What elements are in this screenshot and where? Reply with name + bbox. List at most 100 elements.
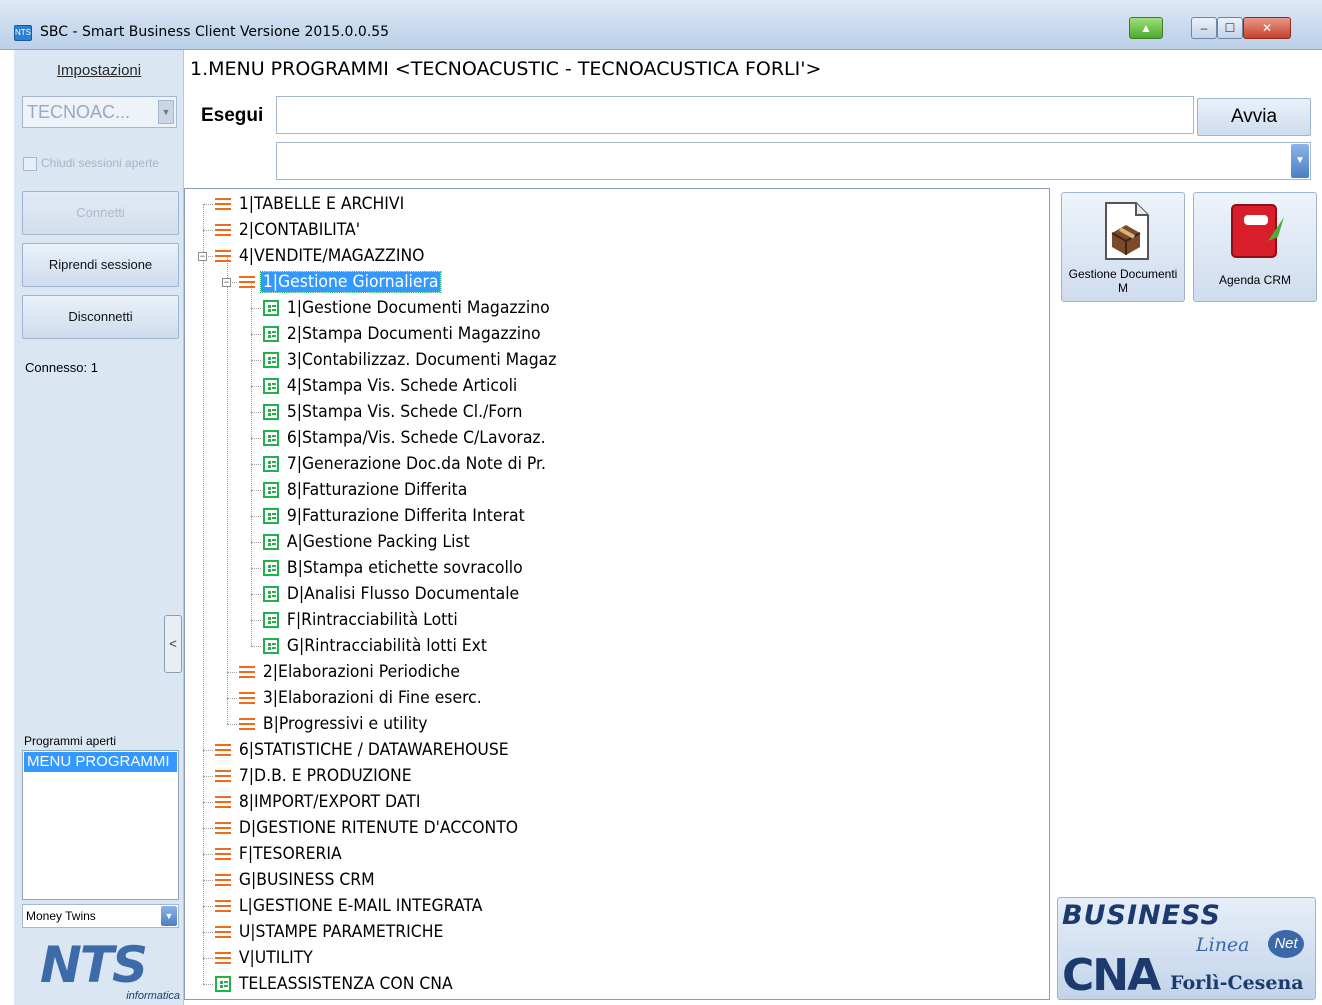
tree-program-item[interactable]: A|Gestione Packing List xyxy=(263,531,488,553)
close-sessions-option[interactable]: Chiudi sessioni aperte xyxy=(23,156,159,172)
eject-icon[interactable]: ▲ xyxy=(1129,17,1163,39)
crm-agenda-icon xyxy=(1231,204,1284,258)
tree-menu-item[interactable]: F|TESORERIA xyxy=(215,843,353,865)
documents-tile-label: Gestione Documenti M xyxy=(1068,267,1178,295)
connection-status: Connesso: 1 xyxy=(25,360,98,375)
run-label: Esegui xyxy=(201,105,264,126)
tree-item-label: 8|IMPORT/EXPORT DATI xyxy=(238,792,421,812)
disconnect-button[interactable]: Disconnetti xyxy=(22,295,179,339)
minimize-button[interactable]: – xyxy=(1191,17,1217,39)
tree-menu-item[interactable]: 7|D.B. E PRODUZIONE xyxy=(215,765,429,787)
menu-list-icon xyxy=(239,717,255,731)
tree-program-item[interactable]: B|Stampa etichette sovracollo xyxy=(263,557,545,579)
tree-connector-line xyxy=(203,854,213,855)
connect-button[interactable]: Connetti xyxy=(22,191,179,235)
tree-connector-line xyxy=(251,334,261,335)
menu-list-icon xyxy=(215,197,231,211)
tree-program-item[interactable]: 1|Gestione Documenti Magazzino xyxy=(263,297,575,319)
tree-item-label: 5|Stampa Vis. Schede Cl./Forn xyxy=(286,402,523,422)
tree-program-item[interactable]: 2|Stampa Documenti Magazzino xyxy=(263,323,565,345)
tree-item-label: 2|CONTABILITA' xyxy=(238,220,361,240)
menu-list-icon xyxy=(215,925,231,939)
tree-collapse-toggle[interactable]: − xyxy=(222,278,231,287)
model-select[interactable]: Money Twins ▼ xyxy=(22,904,179,928)
tree-menu-item[interactable]: 1|Gestione Giornaliera xyxy=(239,271,456,293)
run-input[interactable] xyxy=(276,96,1194,134)
tree-connector-line xyxy=(251,464,261,465)
tree-item-label: U|STAMPE PARAMETRICHE xyxy=(238,922,444,942)
cna-net-text: Net xyxy=(1268,930,1304,958)
collapse-panel-button[interactable]: < xyxy=(164,615,182,673)
company-value: TECNOAC... xyxy=(27,102,131,122)
tree-program-item[interactable]: F|Rintracciabilità Lotti xyxy=(263,609,475,631)
tree-program-item[interactable]: 6|Stampa/Vis. Schede C/Lavoraz. xyxy=(263,427,570,449)
tree-connector-line xyxy=(251,568,261,569)
tree-connector-line xyxy=(203,776,213,777)
nts-logo-text: NTS xyxy=(40,936,148,994)
tree-menu-item[interactable]: 8|IMPORT/EXPORT DATI xyxy=(215,791,438,813)
program-form-icon xyxy=(263,508,279,524)
tree-item-label: G|BUSINESS CRM xyxy=(238,870,375,890)
tree-item-label: V|UTILITY xyxy=(238,948,313,968)
tree-program-item[interactable]: TELEASSISTENZA CON CNA xyxy=(215,973,473,995)
tree-menu-item[interactable]: L|GESTIONE E-MAIL INTEGRATA xyxy=(215,895,506,917)
left-panel: Impostazioni TECNOAC... ▼ Chiudi session… xyxy=(14,50,184,1005)
open-programs-list[interactable]: MENU PROGRAMMI xyxy=(22,750,179,900)
tree-connector-line xyxy=(227,672,237,673)
tree-menu-item[interactable]: V|UTILITY xyxy=(215,947,321,969)
resume-session-button[interactable]: Riprendi sessione xyxy=(22,243,179,287)
tree-connector-line xyxy=(203,932,213,933)
tree-program-item[interactable]: 3|Contabilizzaz. Documenti Magaz xyxy=(263,349,582,371)
program-menu-tree[interactable]: 1|TABELLE E ARCHIVI 2|CONTABILITA' − 4|VEND… xyxy=(184,188,1050,1000)
tree-program-item[interactable]: 4|Stampa Vis. Schede Articoli xyxy=(263,375,539,397)
crm-tile[interactable]: Agenda CRM xyxy=(1193,192,1317,302)
tree-connector-line xyxy=(227,698,237,699)
settings-link[interactable]: Impostazioni xyxy=(14,62,184,79)
company-select[interactable]: TECNOAC... ▼ xyxy=(22,96,177,128)
tree-menu-item[interactable]: B|Progressivi e utility xyxy=(239,713,444,735)
tree-menu-item[interactable]: 6|STATISTICHE / DATAWAREHOUSE xyxy=(215,739,534,761)
tree-program-item[interactable]: 8|Fatturazione Differita xyxy=(263,479,485,501)
close-button[interactable]: ✕ xyxy=(1243,17,1291,39)
tree-connector-line xyxy=(227,256,228,724)
tree-menu-item[interactable]: U|STAMPE PARAMETRICHE xyxy=(215,921,463,943)
tree-menu-item[interactable]: 1|TABELLE E ARCHIVI xyxy=(215,193,421,215)
tree-menu-item[interactable]: D|GESTIONE RITENUTE D'ACCONTO xyxy=(215,817,545,839)
tree-connector-line xyxy=(203,958,213,959)
tree-item-label: 6|STATISTICHE / DATAWAREHOUSE xyxy=(238,740,509,760)
close-sessions-label: Chiudi sessioni aperte xyxy=(41,156,160,170)
open-program-item[interactable]: MENU PROGRAMMI xyxy=(24,752,177,772)
start-button[interactable]: Avvia xyxy=(1197,98,1311,136)
nts-logo-subtext: informatica xyxy=(126,990,180,1002)
program-form-icon xyxy=(263,430,279,446)
program-form-icon xyxy=(263,638,279,654)
secondary-combo[interactable]: ▼ xyxy=(276,142,1311,180)
tree-item-label: B|Progressivi e utility xyxy=(262,714,428,734)
tree-item-label: 1|Gestione Giornaliera xyxy=(260,271,442,293)
tree-program-item[interactable]: 5|Stampa Vis. Schede Cl./Forn xyxy=(263,401,545,423)
tree-program-item[interactable]: 9|Fatturazione Differita Interat xyxy=(263,505,548,527)
tree-menu-item[interactable]: G|BUSINESS CRM xyxy=(215,869,389,891)
tree-program-item[interactable]: D|Analisi Flusso Documentale xyxy=(263,583,542,605)
tree-collapse-toggle[interactable]: − xyxy=(198,252,207,261)
chevron-down-icon[interactable]: ▼ xyxy=(161,906,177,926)
tree-menu-item[interactable]: 4|VENDITE/MAGAZZINO xyxy=(215,245,443,267)
tree-connector-line xyxy=(203,984,213,985)
close-sessions-checkbox[interactable] xyxy=(23,156,37,171)
tree-item-label: 3|Elaborazioni di Fine eserc. xyxy=(262,688,482,708)
tree-connector-line xyxy=(251,646,261,647)
maximize-button[interactable]: ☐ xyxy=(1217,17,1243,39)
chevron-down-icon[interactable]: ▼ xyxy=(158,100,174,124)
tree-connector-line xyxy=(203,802,213,803)
model-value: Money Twins xyxy=(26,909,96,923)
tree-program-item[interactable]: 7|Generazione Doc.da Note di Pr. xyxy=(263,453,571,475)
cna-city-text: Forlì-Cesena xyxy=(1170,972,1304,994)
tree-menu-item[interactable]: 2|CONTABILITA' xyxy=(215,219,373,241)
tree-menu-item[interactable]: 2|Elaborazioni Periodiche xyxy=(239,661,479,683)
tree-menu-item[interactable]: 3|Elaborazioni di Fine eserc. xyxy=(239,687,503,709)
documents-tile[interactable]: Gestione Documenti M xyxy=(1061,192,1185,302)
menu-list-icon xyxy=(215,795,231,809)
tree-connector-line xyxy=(203,204,213,205)
tree-program-item[interactable]: G|Rintracciabilità lotti Ext xyxy=(263,635,507,657)
chevron-down-icon[interactable]: ▼ xyxy=(1291,144,1309,178)
